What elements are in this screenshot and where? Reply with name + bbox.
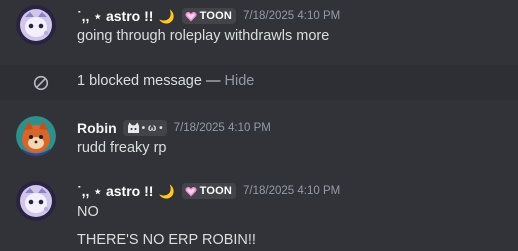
- message-text: NO: [77, 204, 99, 220]
- timestamp[interactable]: 7/18/2025 4:10 PM: [243, 185, 340, 197]
- server-tag[interactable]: • ω •: [122, 120, 167, 136]
- avatar[interactable]: [16, 181, 56, 221]
- cat-icon: [127, 122, 139, 133]
- message-text: THERE'S NO ERP ROBIN!!: [77, 232, 256, 248]
- blocked-label: 1 blocked message: [77, 73, 202, 89]
- chat-view: ˙,, ⋆ astro !! 🌙 TOON 7/18/2025 4:10 PM …: [0, 0, 518, 251]
- message-astro-1: ˙,, ⋆ astro !! 🌙 TOON 7/18/2025 4:10 PM …: [0, 0, 518, 60]
- username[interactable]: ˙,, ⋆ astro !!: [77, 8, 153, 25]
- message-robin: Robin • ω • 7/18/2025 4:10 PM rudd freak…: [0, 110, 518, 170]
- tag-label: • ω •: [141, 122, 163, 134]
- tag-label: TOON: [199, 185, 233, 197]
- message-astro-2: ˙,, ⋆ astro !! 🌙 TOON 7/18/2025 4:10 PM …: [0, 174, 518, 251]
- heart-icon: [185, 11, 197, 21]
- server-tag[interactable]: TOON: [181, 8, 237, 24]
- avatar[interactable]: [16, 5, 56, 45]
- timestamp[interactable]: 7/18/2025 4:10 PM: [174, 122, 271, 134]
- message-header: ˙,, ⋆ astro !! 🌙 TOON 7/18/2025 4:10 PM: [77, 6, 340, 26]
- blocked-message-row: 1 blocked message — Hide: [0, 65, 518, 100]
- message-text: rudd freaky rp: [77, 140, 167, 156]
- heart-icon: [185, 186, 197, 196]
- moon-icon: 🌙: [158, 8, 175, 24]
- avatar[interactable]: [16, 116, 56, 156]
- blocked-message-text: 1 blocked message — Hide: [77, 73, 254, 89]
- blocked-separator: —: [201, 73, 225, 89]
- username[interactable]: Robin: [77, 120, 117, 136]
- tag-label: TOON: [199, 10, 233, 22]
- hide-link[interactable]: Hide: [225, 73, 255, 89]
- timestamp[interactable]: 7/18/2025 4:10 PM: [243, 10, 340, 22]
- moon-icon: 🌙: [158, 183, 175, 199]
- message-header: ˙,, ⋆ astro !! 🌙 TOON 7/18/2025 4:10 PM: [77, 181, 340, 201]
- username[interactable]: ˙,, ⋆ astro !!: [77, 183, 153, 200]
- blocked-icon: [33, 75, 49, 91]
- server-tag[interactable]: TOON: [181, 183, 237, 199]
- message-header: Robin • ω • 7/18/2025 4:10 PM: [77, 118, 271, 138]
- message-text: going through roleplay withdrawls more: [77, 28, 330, 44]
